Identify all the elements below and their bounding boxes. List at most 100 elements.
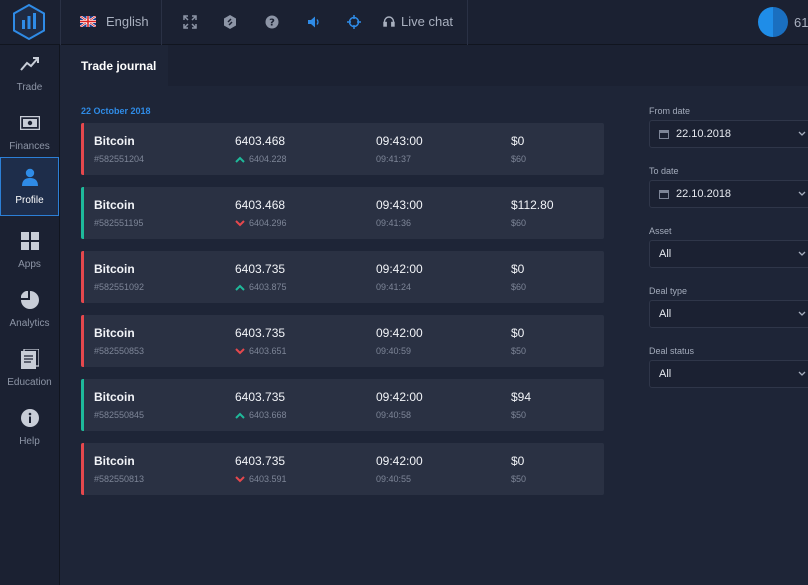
trade-asset-sub: #582551204 <box>94 154 144 164</box>
from-date-label: From date <box>649 106 691 116</box>
trade-payout-main: $0 <box>511 134 525 148</box>
headset-icon <box>383 15 395 27</box>
sidebar-item-analytics[interactable]: Analytics <box>0 281 59 340</box>
tab-bar: Trade journal <box>60 45 808 86</box>
shield-icon[interactable] <box>222 14 238 30</box>
trade-time-sub-text: 09:41:36 <box>376 218 412 228</box>
trade-price-sub: 6403.668 <box>235 410 287 420</box>
trade-price-main: 6403.735 <box>235 326 286 340</box>
trade-asset-sub-text: #582550813 <box>94 474 145 484</box>
chevron-down-icon <box>798 251 806 256</box>
volume-icon[interactable] <box>306 14 322 30</box>
trade-time-sub-text: 09:40:59 <box>376 346 412 356</box>
sidebar-item-label: Finances <box>9 141 50 152</box>
trade-payout-sub: $60 <box>511 282 526 292</box>
trade-asset-main: Bitcoin <box>94 262 135 276</box>
trade-time-main: 09:42:00 <box>376 390 423 404</box>
deal-type-label: Deal type <box>649 286 688 296</box>
arrow-down-icon <box>235 347 245 354</box>
trade-payout-sub-text: $50 <box>511 346 527 356</box>
trade-row[interactable]: Bitcoin #582550853 6403.735 6403.651 09:42:0… <box>81 315 604 367</box>
arrow-down-icon <box>235 475 245 482</box>
from-date-field[interactable]: 22.10.2018 <box>649 120 808 148</box>
trade-row[interactable]: Bitcoin #582550845 6403.735 6403.668 09:42:0… <box>81 379 604 431</box>
trend-up-icon <box>19 53 41 75</box>
sidebar-item-finances[interactable]: Finances <box>0 104 59 163</box>
sidebar-item-apps[interactable]: Apps <box>0 222 59 281</box>
trade-payout-sub: $60 <box>511 218 526 228</box>
trade-asset-main: Bitcoin <box>94 134 135 148</box>
crosshair-icon[interactable] <box>346 14 362 30</box>
asset-select[interactable]: All <box>649 240 808 268</box>
trade-price-sub: 6404.296 <box>235 218 287 228</box>
trade-row[interactable]: Bitcoin #582551092 6403.735 6403.875 09:42:0… <box>81 251 604 303</box>
trade-payout-main: $0 <box>511 262 525 276</box>
trade-asset-sub: #582550845 <box>94 410 144 420</box>
trade-asset-main: Bitcoin <box>94 326 135 340</box>
help-circle-icon[interactable]: ? <box>264 14 280 30</box>
trade-asset-sub-text: #582551204 <box>94 154 145 164</box>
trade-row[interactable]: Bitcoin #582550813 6403.735 6403.591 09:42:0… <box>81 443 604 495</box>
chevron-down-icon <box>798 131 806 136</box>
trade-row[interactable]: Bitcoin #582551204 6403.468 6404.228 09:43:0… <box>81 123 604 175</box>
sidebar-item-profile[interactable]: Profile <box>0 157 59 216</box>
tab-trade-journal[interactable]: Trade journal <box>60 45 168 86</box>
trade-asset-sub-text: #582551195 <box>94 218 144 228</box>
user-icon <box>19 166 41 188</box>
trade-payout-main: $0 <box>511 454 525 468</box>
trade-payout-main: $112.80 <box>511 198 554 212</box>
sidebar-item-education[interactable]: Education <box>0 340 59 399</box>
avatar[interactable] <box>758 7 788 37</box>
trade-time-sub: 09:40:59 <box>376 346 411 356</box>
trade-asset-sub-text: #582551092 <box>94 282 145 292</box>
trade-time-main: 09:43:00 <box>376 134 423 148</box>
trade-payout-sub-text: $50 <box>511 474 527 484</box>
trade-row[interactable]: Bitcoin #582551195 6403.468 6404.296 09:43:0… <box>81 187 604 239</box>
trade-payout-sub: $50 <box>511 474 526 484</box>
sidebar-item-help[interactable]: Help <box>0 399 59 458</box>
trade-time-sub: 09:41:36 <box>376 218 411 228</box>
language-selector[interactable]: English <box>80 14 149 29</box>
trade-time-sub-text: 09:41:37 <box>376 154 412 164</box>
info-icon <box>19 407 41 429</box>
trade-payout-sub: $60 <box>511 154 526 164</box>
trade-asset-sub: #582551195 <box>94 218 143 228</box>
arrow-up-icon <box>235 156 245 163</box>
trade-price-sub: 6403.591 <box>235 474 287 484</box>
trade-price-sub: 6404.228 <box>235 154 287 164</box>
deal-status-label: Deal status <box>649 346 695 356</box>
trade-time-main: 09:43:00 <box>376 198 423 212</box>
trade-time-sub-text: 09:41:24 <box>376 282 412 292</box>
svg-text:?: ? <box>269 18 275 29</box>
to-date-field[interactable]: 22.10.2018 <box>649 180 808 208</box>
trade-asset-sub: #582550853 <box>94 346 144 356</box>
sidebar-item-label: Help <box>19 436 40 447</box>
sidebar-item-trade[interactable]: Trade <box>0 45 59 104</box>
trade-asset-main: Bitcoin <box>94 198 135 212</box>
deal-status-select[interactable]: All <box>649 360 808 388</box>
trade-time-sub: 09:40:55 <box>376 474 411 484</box>
trade-time-sub-text: 09:40:55 <box>376 474 412 484</box>
brand-logo[interactable] <box>10 3 48 41</box>
trade-payout-sub-text: $50 <box>511 410 527 420</box>
trade-price-main: 6403.735 <box>235 454 286 468</box>
sidebar-item-label: Analytics <box>9 318 50 329</box>
fullscreen-icon[interactable] <box>182 14 198 30</box>
sidebar-item-label: Trade <box>16 82 43 93</box>
trade-payout-sub-text: $60 <box>511 154 527 164</box>
journal-date-heading: 22 October 2018 <box>81 106 151 116</box>
trade-price-main: 6403.735 <box>235 262 286 276</box>
trade-payout-sub-text: $60 <box>511 218 527 228</box>
banknote-icon <box>19 112 41 134</box>
trade-payout-sub-text: $60 <box>511 282 527 292</box>
calendar-icon <box>659 130 669 139</box>
trade-asset-sub-text: #582550853 <box>94 346 145 356</box>
chevron-down-icon <box>798 311 806 316</box>
deal-type-value: All <box>659 308 672 320</box>
deal-type-select[interactable]: All <box>649 300 808 328</box>
live-chat-button[interactable]: Live chat <box>383 14 453 29</box>
trade-asset-main: Bitcoin <box>94 390 135 404</box>
trade-time-sub-text: 09:40:58 <box>376 410 412 420</box>
asset-label: Asset <box>649 226 672 236</box>
trade-time-main: 09:42:00 <box>376 326 423 340</box>
